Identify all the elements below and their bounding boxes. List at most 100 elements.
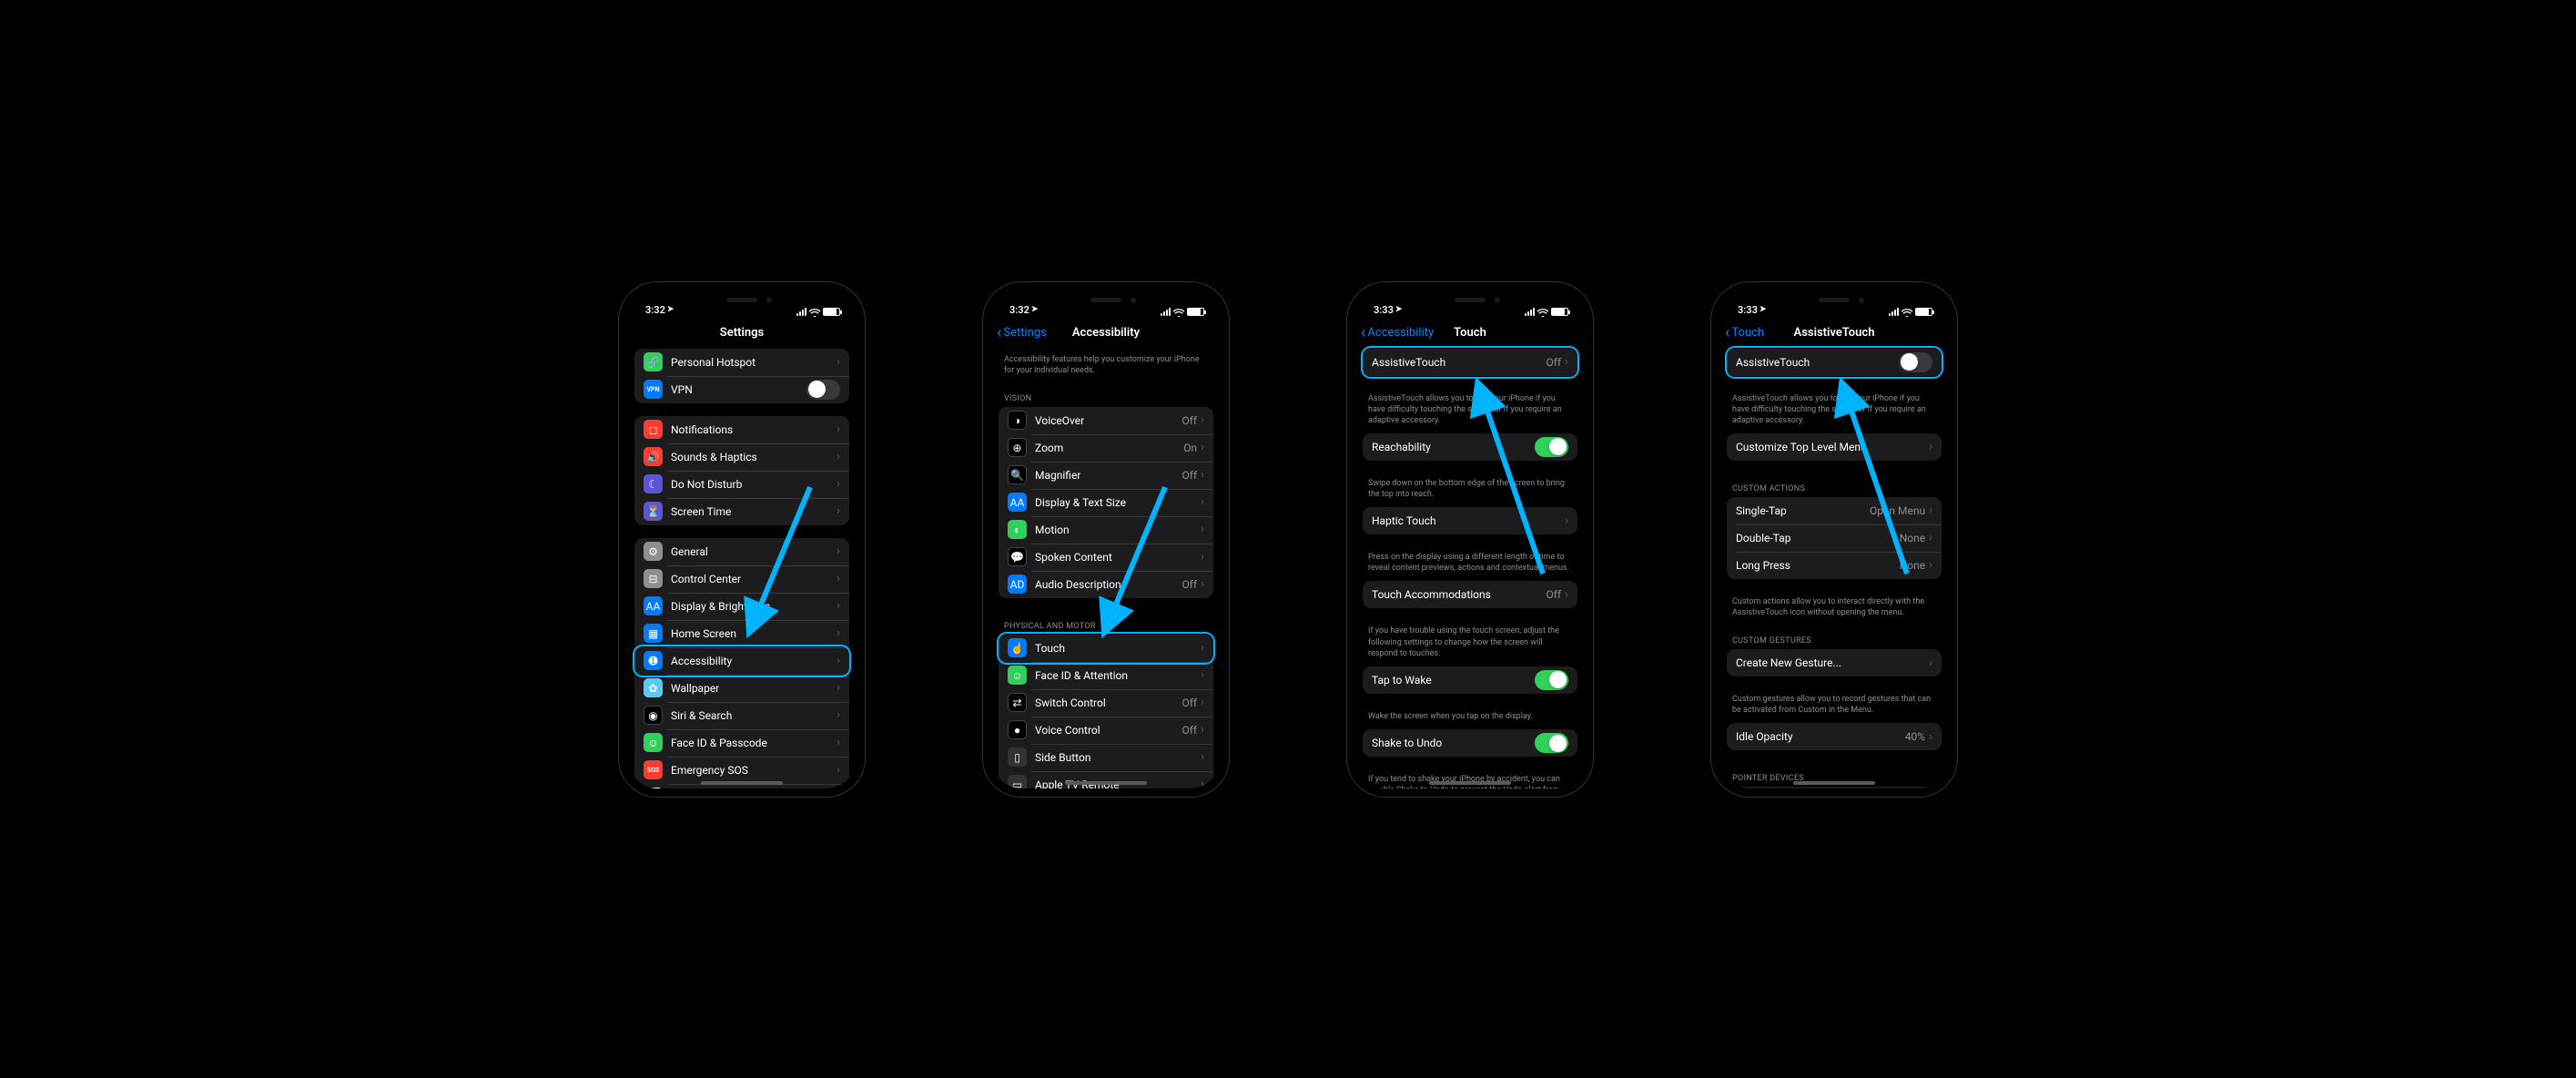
settings-row: Tap to Wake [1363, 666, 1577, 694]
settings-row[interactable]: SOS Emergency SOS › [634, 757, 849, 784]
nav-back-button[interactable]: ‹Settings [997, 325, 1047, 341]
settings-row[interactable]: Haptic Touch › [1363, 507, 1577, 534]
chevron-right-icon: › [837, 504, 840, 518]
settings-row[interactable]: Double-Tap None› [1727, 524, 1942, 552]
row-value: 40% [1905, 730, 1925, 743]
settings-row[interactable]: Create New Gesture... › [1727, 649, 1942, 676]
status-time: 3:32➤ [645, 304, 674, 316]
settings-row[interactable]: Long Press None› [1727, 552, 1942, 579]
settings-row[interactable]: Single-Tap Open Menu› [1727, 497, 1942, 524]
settings-row[interactable]: 🔗 Personal Hotspot › [634, 349, 849, 376]
status-time: 3:33➤ [1374, 304, 1402, 316]
settings-group: Customize Top Level Menu › [1727, 433, 1942, 461]
phone-mockup: 3:33➤ ‹Touch AssistiveTouch AssistiveTou… [1711, 282, 1957, 797]
settings-row[interactable]: ⚙ General › [634, 538, 849, 565]
row-label: Face ID & Passcode [671, 737, 837, 749]
row-label: Haptic Touch [1372, 514, 1565, 527]
section-footer: Custom actions allow you to interact dir… [1719, 592, 1949, 625]
notch [1784, 290, 1884, 310]
settings-row[interactable]: ✿ Wallpaper › [634, 675, 849, 702]
screen-content: AssistiveTouch AssistiveTouch allows you… [1719, 349, 1949, 788]
row-label: Create New Gesture... [1736, 656, 1929, 669]
settings-row[interactable]: ⏳ Screen Time › [634, 498, 849, 525]
row-value: Off [1182, 469, 1197, 482]
nav-back-button[interactable]: ‹Touch [1725, 325, 1764, 341]
sos-icon: SOS [644, 760, 663, 779]
chevron-right-icon: › [1201, 750, 1204, 764]
settings-row[interactable]: Devices › [1727, 787, 1942, 788]
section-footer: AssistiveTouch allows you to use your iP… [1719, 389, 1949, 433]
status-right [1161, 308, 1204, 316]
settings-row[interactable]: ▭ Apple TV Remote › [999, 771, 1213, 788]
location-arrow-icon: ➤ [667, 305, 674, 314]
settings-row[interactable]: Touch Accommodations Off› [1363, 581, 1577, 608]
home-indicator [1429, 781, 1511, 785]
settings-row[interactable]: 🔊 Sounds & Haptics › [634, 443, 849, 471]
row-value: Off [1182, 578, 1197, 591]
section-header: CUSTOM GESTURES [1719, 625, 1949, 649]
section-footer: If you have trouble using the touch scre… [1355, 621, 1585, 666]
row-value: None [1900, 532, 1925, 544]
settings-row[interactable]: ⊟ Control Center › [634, 565, 849, 593]
row-label: Reachability [1372, 441, 1535, 453]
row-label: Wallpaper [671, 682, 837, 695]
settings-row[interactable]: 💬 Spoken Content › [999, 544, 1213, 571]
nav-back-button[interactable]: ‹Accessibility [1361, 325, 1434, 341]
settings-row[interactable]: Idle Opacity 40%› [1727, 723, 1942, 750]
row-label: Display & Text Size [1035, 496, 1201, 509]
settings-row[interactable]: ▯ Side Button › [999, 744, 1213, 771]
settings-row[interactable]: ⊕ Zoom On› [999, 434, 1213, 462]
settings-row[interactable]: AA Display & Brightness › [634, 593, 849, 620]
vpn-icon: VPN [644, 380, 663, 399]
hotspot-icon: 🔗 [644, 352, 663, 371]
toggle-switch[interactable] [806, 380, 840, 400]
chevron-right-icon: › [1201, 668, 1204, 682]
section-footer: Custom gestures allow you to record gest… [1719, 689, 1949, 723]
status-time: 3:33➤ [1738, 304, 1766, 316]
settings-row[interactable]: ☾ Do Not Disturb › [634, 471, 849, 498]
signal-bars-icon [1889, 308, 1899, 316]
section-header: PHYSICAL AND MOTOR [991, 611, 1221, 635]
chevron-right-icon: › [1565, 355, 1568, 369]
row-label: Spoken Content [1035, 551, 1201, 564]
home-indicator [1793, 781, 1875, 785]
toggle-switch[interactable] [1535, 437, 1568, 457]
settings-row[interactable]: AD Audio Descriptions Off› [999, 571, 1213, 598]
settings-row: Reachability [1363, 433, 1577, 461]
row-label: Customize Top Level Menu [1736, 441, 1929, 453]
settings-row[interactable]: ☺ Face ID & Passcode › [634, 729, 849, 757]
switch-icon: ⇄ [1008, 693, 1027, 712]
chevron-right-icon: › [1929, 656, 1932, 670]
row-label: Notifications [671, 423, 837, 436]
row-label: Face ID & Attention [1035, 669, 1201, 682]
toggle-switch[interactable] [1899, 352, 1932, 372]
settings-row[interactable]: ◐ Motion › [999, 516, 1213, 544]
toggle-switch[interactable] [1535, 733, 1568, 753]
chevron-right-icon: › [1201, 523, 1204, 536]
settings-row[interactable]: Customize Top Level Menu › [1727, 433, 1942, 461]
settings-row[interactable]: ● Voice Control Off› [999, 717, 1213, 744]
row-label: Home Screen [671, 627, 837, 640]
chevron-right-icon: › [837, 544, 840, 558]
settings-group: Reachability [1363, 433, 1577, 461]
status-right [1525, 308, 1568, 316]
row-label: Voice Control [1035, 724, 1182, 737]
settings-row[interactable]: ▦ Home Screen › [634, 620, 849, 647]
settings-row[interactable]: ◑ VoiceOver Off› [999, 407, 1213, 434]
settings-row[interactable]: ◉ Siri & Search › [634, 702, 849, 729]
toggle-switch[interactable] [1535, 670, 1568, 690]
remote-icon: ▭ [1008, 775, 1027, 788]
settings-row[interactable]: ☝ Touch › [999, 635, 1213, 662]
status-right [796, 308, 840, 316]
settings-row[interactable]: 🔍 Magnifier Off› [999, 462, 1213, 489]
settings-row[interactable]: AssistiveTouch Off› [1363, 349, 1577, 376]
chevron-right-icon: › [1929, 558, 1932, 572]
screen-content: Accessibility features help you customiz… [991, 349, 1221, 788]
settings-row[interactable]: ➊ Accessibility › [634, 647, 849, 675]
settings-row[interactable]: AA Display & Text Size › [999, 489, 1213, 516]
settings-row[interactable]: ◻ Notifications › [634, 416, 849, 443]
zoom-icon: ⊕ [1008, 438, 1027, 457]
row-label: Side Button [1035, 751, 1201, 764]
settings-row[interactable]: ⇄ Switch Control Off› [999, 689, 1213, 717]
settings-row[interactable]: ☺ Face ID & Attention › [999, 662, 1213, 689]
